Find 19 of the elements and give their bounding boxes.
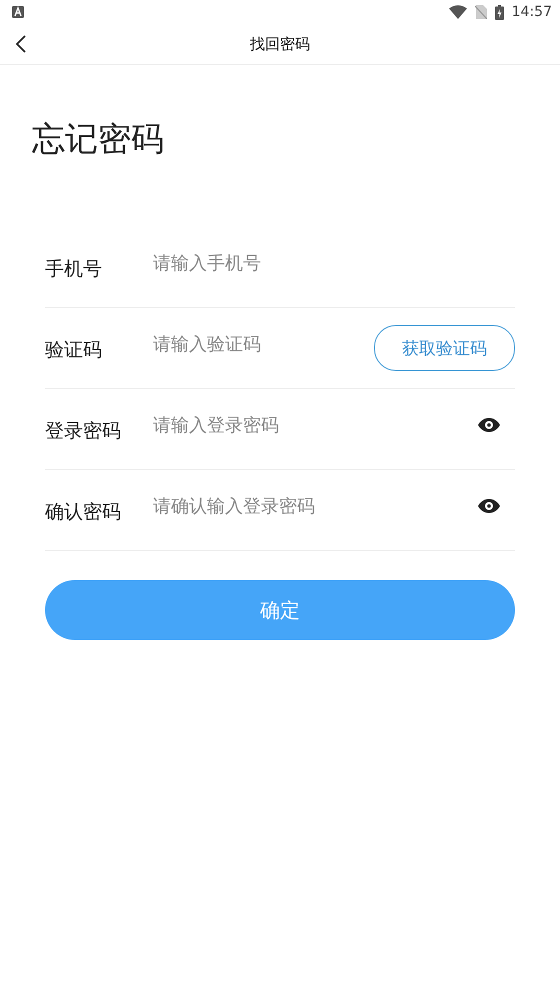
input-field[interactable]: 请确认输入登录密码 bbox=[153, 496, 477, 516]
get-code-button[interactable]: 获取验证码 bbox=[374, 325, 515, 371]
input-field[interactable]: 请输入登录密码 bbox=[153, 414, 477, 436]
field-label: 手机号 bbox=[45, 257, 103, 282]
eye-icon[interactable] bbox=[477, 417, 501, 433]
input-field[interactable]: 请输入验证码 bbox=[153, 334, 374, 354]
clock: 14:57 bbox=[512, 4, 552, 20]
field-label: 验证码 bbox=[45, 338, 103, 363]
input-field[interactable]: 请输入手机号 bbox=[153, 252, 515, 274]
field-label: 登录密码 bbox=[45, 419, 122, 444]
confirm-button[interactable]: 确定 bbox=[45, 580, 515, 640]
heading: 忘记密码 bbox=[32, 118, 165, 160]
notification-icon bbox=[12, 6, 24, 18]
no-sim-icon bbox=[474, 5, 487, 19]
eye-icon[interactable] bbox=[477, 498, 501, 514]
wifi-icon bbox=[448, 5, 467, 19]
battery-icon bbox=[494, 4, 504, 20]
field-label: 确认密码 bbox=[45, 500, 122, 525]
page-title: 找回密码 bbox=[250, 34, 310, 54]
